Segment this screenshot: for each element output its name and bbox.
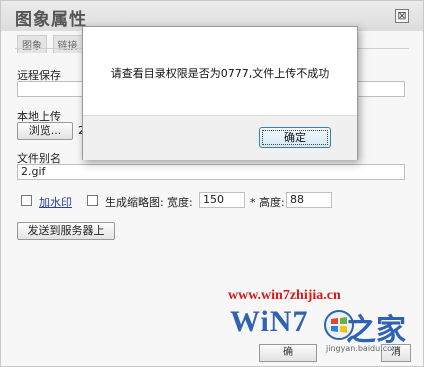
tab-bar: 图象 链接 [17, 35, 85, 53]
thumbnail-label: 生成缩略图: [105, 196, 164, 209]
tab-image[interactable]: 图象 [17, 35, 47, 53]
logo-cn-text: 之家 [346, 313, 406, 348]
send-to-server-button[interactable]: 发送到服务器上 [17, 222, 115, 240]
width-input[interactable]: 150 [199, 192, 245, 208]
alert-ok-button[interactable]: 确定 [259, 127, 331, 148]
watermark-checkbox[interactable] [21, 195, 32, 206]
watermark-link[interactable]: 加水印 [39, 194, 72, 210]
source-watermark: jingyan.baidu.com [326, 344, 400, 353]
file-alias-input[interactable]: 2.gif [17, 164, 405, 180]
height-input[interactable]: 88 [286, 192, 332, 208]
width-label: 宽度: [167, 196, 193, 209]
alert-dialog: 请查看目录权限是否为0777,文件上传不成功 确定 [82, 26, 358, 160]
alert-footer: 确定 [83, 115, 357, 160]
dialog-title: 图象属性 [15, 10, 87, 30]
watermark-url: www.win7zhijia.cn [228, 288, 341, 303]
thumbnail-checkbox[interactable] [87, 195, 98, 206]
logo-text: WiN7 [230, 305, 309, 338]
height-label: * 高度: [250, 196, 285, 209]
alert-message: 请查看目录权限是否为0777,文件上传不成功 [110, 67, 330, 80]
tab-link[interactable]: 链接 [52, 35, 83, 53]
browse-button[interactable]: 浏览... [17, 122, 73, 140]
close-icon[interactable]: ⊠ [395, 9, 409, 23]
